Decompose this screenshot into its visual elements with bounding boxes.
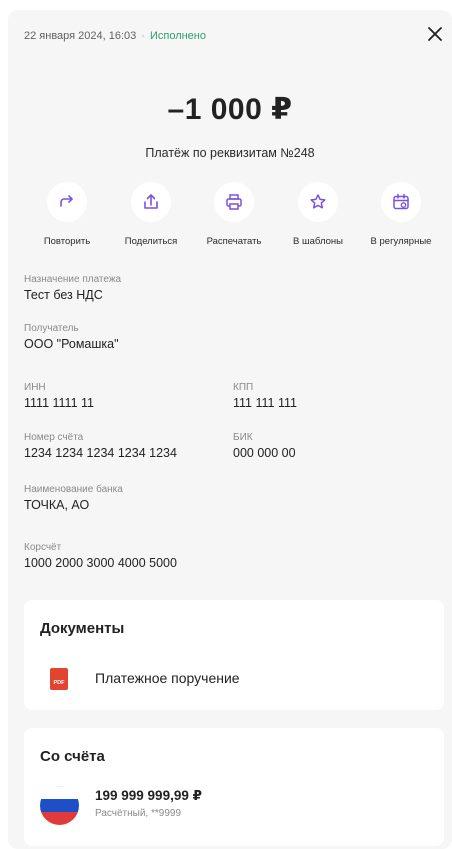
print-icon [226,194,242,210]
action-label: Распечатать [206,236,262,247]
field-label: Наименование банка [24,484,123,495]
operation-details-sheet: 22 января 2024, 16:03 · Исполнено –1 000 ₽… [8,10,452,849]
operation-datetime: 22 января 2024, 16:03 [24,30,137,42]
print-button[interactable]: Распечатать [191,182,277,247]
detail-bik: БИК 000 000 00 [233,432,296,460]
field-value: ТОЧКА, АО [24,498,90,512]
operation-status: Исполнено [149,30,206,42]
star-icon [310,194,326,209]
field-value: 1111 1111 11 [24,396,94,410]
payment-amount: –1 000 ₽ [167,93,293,126]
field-label: Номер счёта [24,432,84,443]
field-label: Назначение платежа [24,274,122,285]
action-label: В шаблоны [293,236,343,247]
add-to-templates-button[interactable]: В шаблоны [275,182,361,247]
detail-kpp: КПП 111 111 111 [233,382,297,410]
calendar-repeat-icon [393,193,409,210]
field-label: ИНН [24,382,46,393]
share-button[interactable]: Поделиться [108,182,194,247]
payment-title: Платёж по реквизитам №248 [145,146,315,160]
detail-recipient: Получатель ООО "Ромашка" [24,323,119,351]
detail-inn: ИНН 1111 1111 11 [24,382,94,410]
field-label: Получатель [24,323,79,334]
field-value: 111 111 111 [233,396,297,410]
repeat-icon [60,195,73,207]
russia-flag-icon [40,786,79,825]
detail-account: Номер счёта 1234 1234 1234 1234 1234 [24,432,177,460]
account-balance: 199 999 999,99 ₽ [95,788,202,803]
documents-title: Документы [40,620,125,637]
field-label: Корсчёт [24,542,62,553]
action-label: Повторить [43,236,91,247]
source-title: Со счёта [40,748,105,765]
actions-row: Повторить Поделиться Распечатать В шабло… [24,182,444,262]
documents-card: Документы PDF Платежное поручение [24,600,444,710]
field-value: ООО "Ромашка" [24,337,119,351]
action-label: Поделиться [124,236,178,247]
close-button[interactable] [425,24,445,44]
pdf-file-icon: PDF [50,668,68,690]
field-label: КПП [233,382,254,393]
field-value: 1000 2000 3000 4000 5000 [24,556,177,570]
repeat-button[interactable]: Повторить [24,182,110,247]
meta-separator: · [141,30,145,42]
source-account-card[interactable]: Со счёта 199 999 999,99 ₽ Расчётный, **9… [24,728,444,846]
detail-purpose: Назначение платежа Тест без НДС [24,274,121,302]
operation-meta: 22 января 2024, 16:03 · Исполнено [24,30,206,42]
field-value: 1234 1234 1234 1234 1234 [24,446,177,460]
field-value: Тест без НДС [24,288,103,302]
close-icon[interactable] [425,24,445,44]
detail-corr-account: Корсчёт 1000 2000 3000 4000 5000 [24,542,177,570]
field-value: 000 000 00 [233,446,296,460]
share-icon [144,194,158,209]
action-label: В регулярные [370,236,432,247]
field-label: БИК [233,432,253,443]
detail-bank: Наименование банка ТОЧКА, АО [24,484,123,512]
account-subtitle: Расчётный, **9999 [95,808,182,819]
document-link[interactable]: Платежное поручение [95,670,240,686]
add-to-regular-button[interactable]: В регулярные [358,182,444,247]
